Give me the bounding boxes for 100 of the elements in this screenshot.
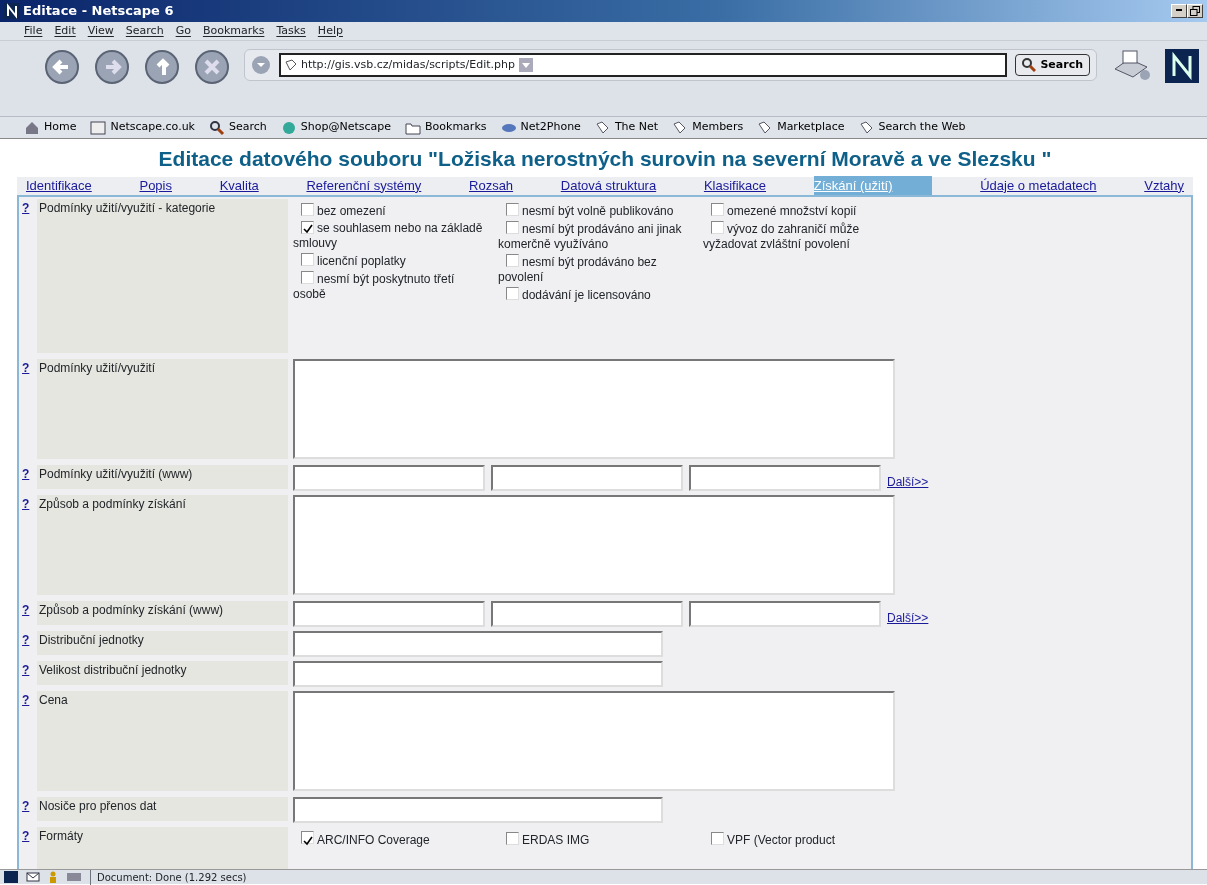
- tab[interactable]: Popis: [139, 175, 172, 196]
- url-input[interactable]: [293, 600, 485, 627]
- stop-button[interactable]: [194, 49, 230, 85]
- checkbox[interactable]: [506, 831, 519, 845]
- minimize-button[interactable]: [1171, 4, 1187, 18]
- back-button[interactable]: [44, 49, 80, 85]
- netscape-logo: [1165, 49, 1199, 83]
- toolbar-link[interactable]: Netscape.co.uk: [90, 119, 195, 136]
- checkbox[interactable]: [506, 220, 519, 234]
- url-input[interactable]: [689, 600, 881, 627]
- checkbox[interactable]: [506, 286, 519, 300]
- forward-button[interactable]: [94, 49, 130, 85]
- url-input[interactable]: [689, 464, 881, 491]
- help-link[interactable]: ?: [22, 464, 37, 483]
- checkbox[interactable]: [301, 252, 314, 266]
- field-label: Způsob a podmínky získání (www): [37, 600, 288, 625]
- checkbox[interactable]: [506, 253, 519, 267]
- search-button[interactable]: Search: [1015, 54, 1090, 76]
- help-link[interactable]: ?: [22, 796, 37, 815]
- field-label: Velikost distribuční jednotky: [37, 660, 288, 685]
- tab[interactable]: Referenční systémy: [306, 175, 422, 196]
- checkbox[interactable]: [301, 830, 314, 844]
- toolbar-link[interactable]: Search the Web: [858, 119, 966, 136]
- toolbar-link[interactable]: The Net: [594, 119, 659, 136]
- help-link[interactable]: ?: [22, 198, 37, 217]
- netscape-logo-icon: [4, 3, 20, 19]
- restore-button[interactable]: [1187, 4, 1203, 18]
- field-label: Podmínky užití/využití (www): [37, 464, 288, 489]
- toolbar-link[interactable]: Net2Phone: [500, 119, 581, 136]
- tab[interactable]: Datová struktura: [560, 175, 657, 196]
- option-label: ERDAS IMG: [522, 832, 590, 847]
- menu-item[interactable]: Help: [317, 22, 343, 40]
- menu-item[interactable]: Bookmarks: [202, 22, 265, 40]
- checkbox[interactable]: [301, 202, 314, 216]
- toolbar-link[interactable]: Bookmarks: [405, 119, 487, 136]
- mail-icon[interactable]: [26, 871, 40, 883]
- field-label: Nosiče pro přenos dat: [37, 796, 288, 821]
- toolbar-link[interactable]: Home: [24, 119, 77, 136]
- menu-item[interactable]: Go: [175, 22, 191, 40]
- text-area[interactable]: [293, 494, 895, 595]
- tab[interactable]: Údaje o metadatech: [980, 175, 1097, 196]
- checkbox-option[interactable]: dodávání je licensováno: [498, 286, 689, 303]
- home-icon: [24, 119, 40, 136]
- toolbar-link[interactable]: Shop@Netscape: [280, 119, 392, 136]
- status-text: Document: Done (1.292 secs): [90, 869, 247, 885]
- help-link[interactable]: ?: [22, 494, 37, 513]
- dropdown-icon[interactable]: [251, 55, 271, 75]
- menu-item[interactable]: Edit: [54, 22, 76, 40]
- help-link[interactable]: ?: [22, 630, 37, 649]
- reload-button[interactable]: [144, 49, 180, 85]
- text-input[interactable]: [293, 630, 663, 657]
- field-label: Způsob a podmínky získání: [37, 494, 288, 595]
- help-link[interactable]: ?: [22, 358, 37, 377]
- checkbox[interactable]: [506, 202, 519, 216]
- checkbox[interactable]: [301, 270, 314, 284]
- help-link[interactable]: ?: [22, 660, 37, 679]
- checkbox-option[interactable]: licenční poplatky: [293, 252, 484, 269]
- text-area[interactable]: [293, 690, 895, 791]
- help-link[interactable]: ?: [22, 690, 37, 709]
- toolbar-link[interactable]: Marketplace: [757, 119, 845, 136]
- menu-item[interactable]: Tasks: [276, 22, 306, 40]
- field-label: Distribuční jednotky: [37, 630, 288, 655]
- text-area[interactable]: [293, 358, 895, 459]
- checkbox-option[interactable]: bez omezení: [293, 202, 484, 219]
- toolbar-link[interactable]: Members: [672, 119, 744, 136]
- checkbox[interactable]: [711, 831, 724, 845]
- help-link[interactable]: ?: [22, 600, 37, 619]
- more-link[interactable]: Další>>: [887, 608, 929, 627]
- toolbar-link[interactable]: Search: [209, 119, 267, 136]
- help-link[interactable]: ?: [22, 826, 37, 845]
- checkbox[interactable]: [301, 220, 314, 234]
- checkbox[interactable]: [711, 220, 724, 234]
- tab[interactable]: Identifikace: [26, 175, 92, 196]
- circle-icon: [280, 119, 297, 136]
- tab[interactable]: Klasifikace: [703, 175, 766, 196]
- url-input[interactable]: [293, 464, 485, 491]
- checkbox-option[interactable]: nesmí být volně publikováno: [498, 202, 689, 219]
- text-input[interactable]: [293, 660, 663, 687]
- field-label: Formáty: [37, 826, 288, 869]
- tab[interactable]: Vztahy: [1144, 175, 1184, 196]
- checkbox[interactable]: [711, 202, 724, 216]
- text-input[interactable]: [293, 796, 663, 823]
- menu-item[interactable]: Search: [125, 22, 164, 40]
- url-input[interactable]: [491, 600, 683, 627]
- page-heading: Editace datového souboru "Ložiska nerostných surovin na severní Moravě a ve Slezsku ": [157, 146, 1053, 172]
- checkbox-option[interactable]: nesmí být poskytnuto třetí osobě: [293, 270, 484, 302]
- url-field[interactable]: http://gis.vsb.cz/midas/scripts/Edit.php: [279, 53, 1008, 77]
- menu-item[interactable]: File: [24, 22, 43, 40]
- bookmark-icon: [858, 119, 875, 136]
- checkbox-option[interactable]: vývoz do zahraničí může vyžadovat zvláštní povolení: [703, 220, 894, 252]
- more-link[interactable]: Další>>: [887, 472, 929, 491]
- option-label: VPF (Vector product: [727, 832, 836, 847]
- tab[interactable]: Rozsah: [469, 175, 514, 196]
- menu-item[interactable]: View: [87, 22, 114, 40]
- field-label: Podmínky užití/využití - kategorie: [37, 198, 288, 353]
- url-input[interactable]: [491, 464, 683, 491]
- tools-icon[interactable]: [66, 871, 82, 883]
- restore-icon: [1190, 6, 1200, 16]
- checkbox-option[interactable]: omezené množství kopií: [703, 202, 894, 219]
- tab[interactable]: Kvalita: [219, 175, 259, 196]
